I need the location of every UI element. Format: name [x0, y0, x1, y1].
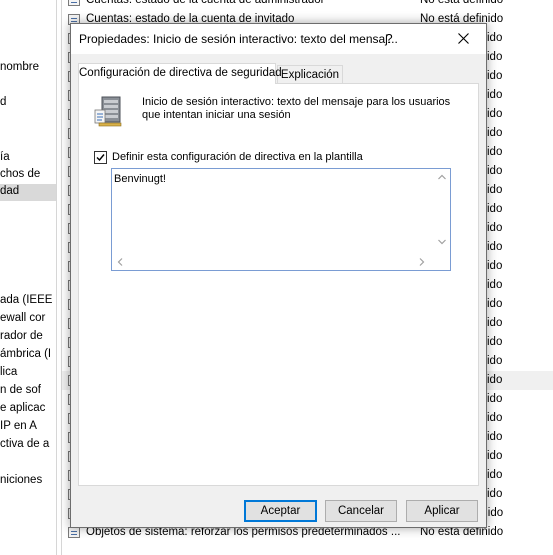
tree-item[interactable]: d	[0, 95, 6, 109]
properties-dialog: Propiedades: Inicio de sesión interactiv…	[70, 23, 487, 528]
help-button[interactable]: ?	[376, 26, 402, 52]
policy-setting: ido	[487, 241, 503, 253]
policy-setting: ido	[487, 298, 503, 310]
dialog-titlebar[interactable]: Propiedades: Inicio de sesión interactiv…	[71, 24, 486, 54]
policy-setting: ido	[487, 336, 503, 348]
policy-setting: ido	[487, 260, 503, 272]
tree-item[interactable]: n de sof	[0, 383, 41, 397]
define-policy-checkbox[interactable]	[94, 151, 107, 164]
horizontal-scrollbar[interactable]	[112, 255, 434, 270]
policy-setting: ido	[487, 108, 503, 120]
tree-item[interactable]: lica	[0, 365, 17, 379]
policy-setting: ido	[487, 374, 503, 386]
policy-setting: ido	[487, 450, 503, 462]
scroll-up-icon[interactable]	[438, 174, 446, 180]
policy-setting: ido	[487, 203, 503, 215]
policy-description: Inicio de sesión interactivo: texto del …	[142, 96, 451, 121]
tab-security-setting[interactable]: Configuración de directiva de seguridad	[78, 63, 282, 84]
tab-explanation[interactable]: Explicación	[277, 65, 343, 83]
console-tree: nombre d ía chos de dad ada (IEEE ewall cor rad…	[0, 0, 56, 555]
policy-setting: ido	[487, 355, 503, 367]
policy-setting: ido	[487, 393, 503, 405]
policy-setting: ido	[487, 412, 503, 424]
policy-setting: ido	[487, 488, 503, 500]
scroll-left-icon[interactable]	[117, 258, 123, 266]
close-button[interactable]	[449, 26, 477, 52]
tab-panel-security-setting: Inicio de sesión interactivo: texto del …	[78, 83, 479, 486]
policy-setting: ido	[487, 32, 503, 44]
table-row[interactable]: Cuentas: estado de la cuenta de administ…	[62, 0, 553, 10]
checkmark-icon	[96, 154, 105, 162]
vertical-scrollbar[interactable]	[434, 169, 450, 255]
tree-item[interactable]: IP en A	[0, 419, 37, 433]
tree-item[interactable]: nombre	[0, 60, 39, 74]
define-policy-label[interactable]: Definir esta configuración de directiva …	[112, 151, 363, 164]
close-icon	[457, 33, 469, 44]
policy-setting: ido	[487, 222, 503, 234]
tree-item[interactable]: chos de	[0, 167, 40, 181]
policy-icon	[68, 527, 80, 538]
policy-setting: ido	[487, 469, 503, 481]
policy-setting: ido	[487, 279, 503, 291]
message-text-value: Benvinugt!	[114, 173, 166, 185]
policy-name: Cuentas: estado de la cuenta de administ…	[86, 0, 325, 6]
tree-divider[interactable]	[56, 0, 57, 555]
scroll-right-icon[interactable]	[419, 258, 425, 266]
tree-item[interactable]: ada (IEEE	[0, 293, 52, 307]
tree-item[interactable]: dad	[0, 184, 56, 201]
tree-item[interactable]: ctiva de a	[0, 437, 49, 451]
server-policy-icon	[94, 96, 122, 127]
policy-icon	[68, 0, 80, 6]
policy-setting: No está definido	[420, 0, 504, 6]
policy-setting: ido	[487, 89, 503, 101]
dialog-title: Propiedades: Inicio de sesión interactiv…	[79, 32, 398, 46]
policy-setting: ido	[487, 317, 503, 329]
apply-button[interactable]: Aplicar	[406, 500, 478, 522]
policy-setting: ido	[487, 146, 503, 158]
message-text-input[interactable]: Benvinugt!	[111, 168, 451, 271]
policy-setting: ido	[487, 127, 503, 139]
tree-item[interactable]: ewall cor	[0, 311, 45, 325]
ok-button[interactable]: Aceptar	[244, 500, 317, 522]
scroll-down-icon[interactable]	[438, 239, 446, 245]
tree-item[interactable]: rador de	[0, 329, 43, 343]
policy-setting: ido	[487, 70, 503, 82]
tree-item[interactable]: e aplicac	[0, 401, 45, 415]
cancel-button[interactable]: Cancelar	[325, 500, 397, 522]
policy-setting: ido	[487, 184, 503, 196]
policy-setting: ido	[487, 165, 503, 177]
tree-item[interactable]: niciones	[0, 473, 42, 487]
tree-item[interactable]: ía	[0, 150, 10, 164]
policy-setting: ido	[487, 51, 503, 63]
policy-setting: ido	[487, 431, 503, 443]
tree-item[interactable]: ámbrica (I	[0, 347, 51, 361]
